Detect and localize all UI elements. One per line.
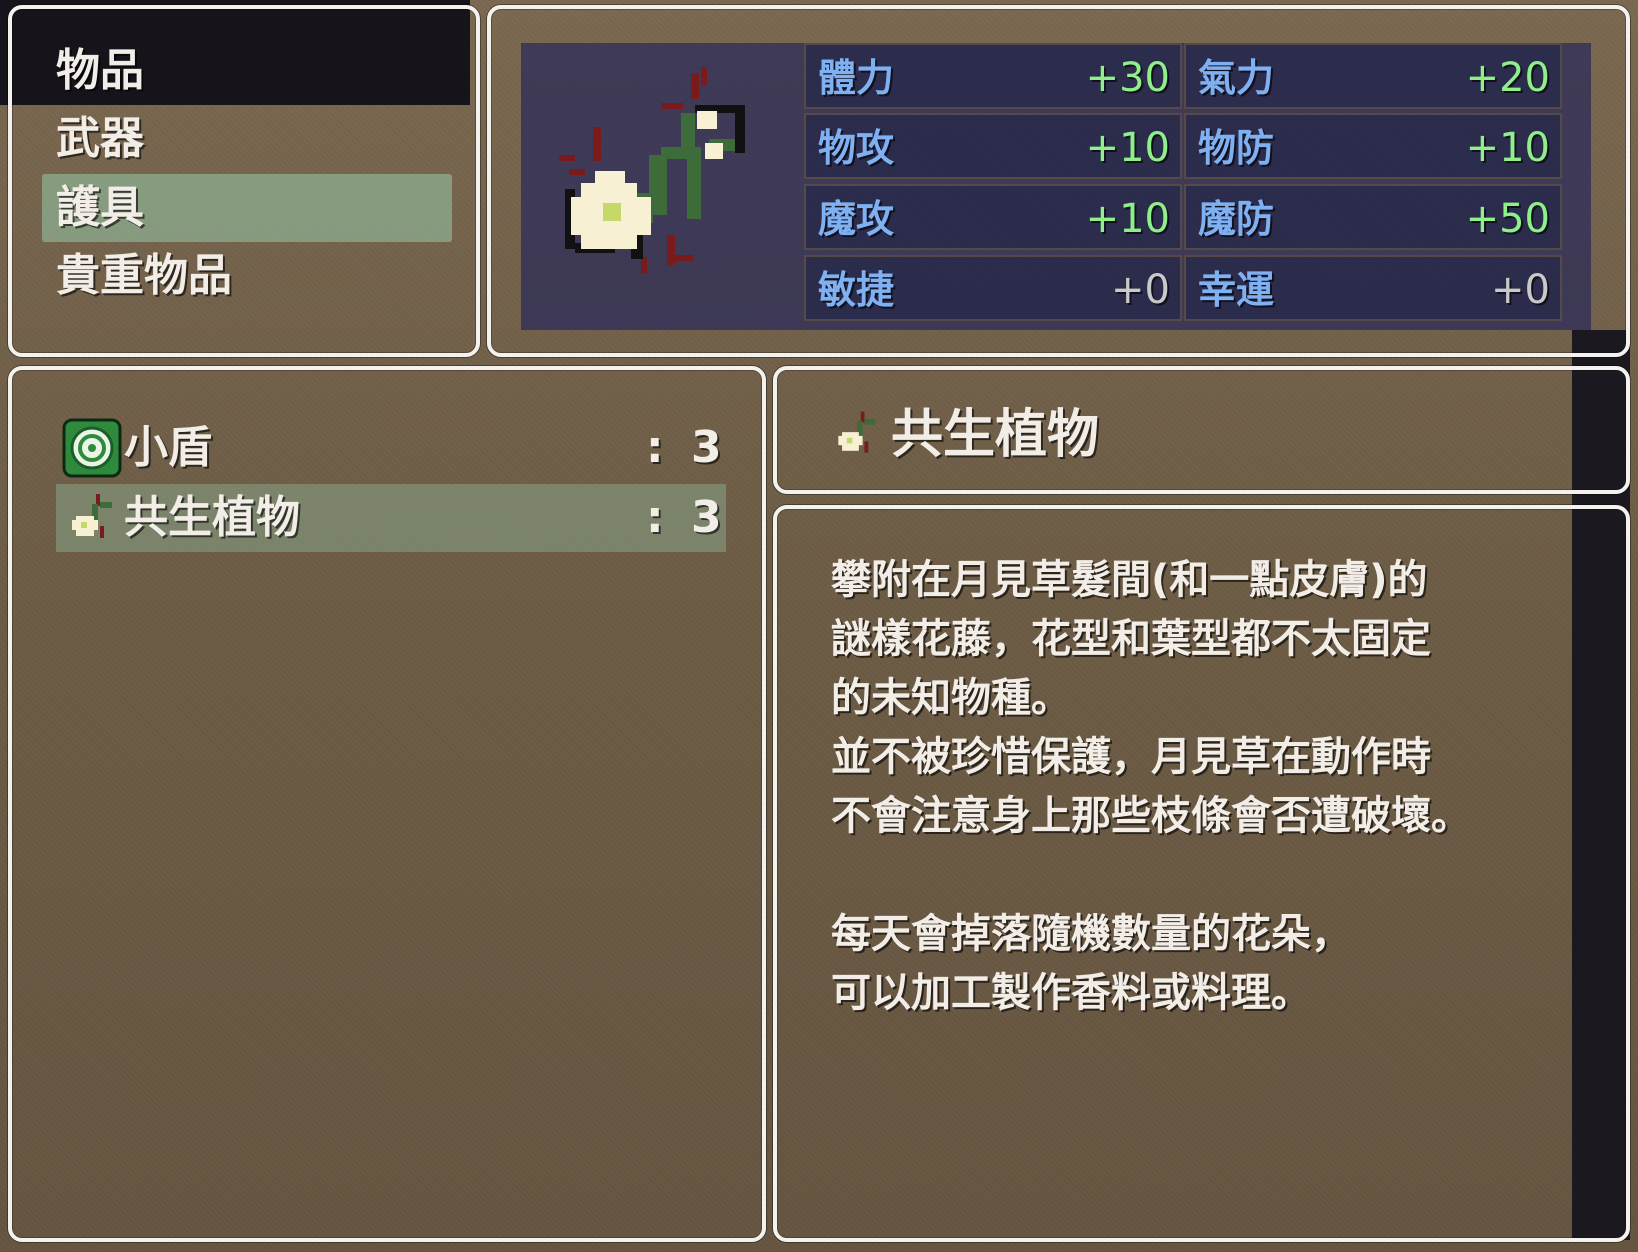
item-title: 共生植物 [891, 405, 1100, 465]
item-name: 小盾 [124, 422, 212, 473]
stat-label: 魔攻 [818, 197, 895, 241]
stat-magic-attack: 魔攻 +10 [804, 184, 1182, 250]
category-item-armor[interactable]: 護具 [42, 174, 452, 242]
description-line: 謎樣花藤，花型和葉型都不太固定 [831, 616, 1431, 662]
stat-value: +10 [1085, 125, 1170, 171]
shield-icon [62, 418, 122, 478]
stat-label: 物攻 [818, 126, 895, 170]
stat-value: +0 [1491, 267, 1550, 313]
category-item-items[interactable]: 物品 [42, 37, 452, 105]
stat-label: 魔防 [1198, 197, 1275, 241]
stat-agility: 敏捷 +0 [804, 255, 1182, 321]
stat-physical-defense: 物防 +10 [1184, 113, 1562, 179]
category-window: 物品 武器 護具 貴重物品 [8, 5, 480, 357]
item-name-window: 共生植物 [773, 366, 1630, 494]
stat-value: +50 [1465, 196, 1550, 242]
item-count: 3 [691, 492, 722, 543]
flower-vine-icon [838, 411, 876, 453]
item-count: 3 [691, 422, 722, 473]
stat-value: +30 [1085, 55, 1170, 101]
equipment-stats-window: 體力 +30 氣力 +20 物攻 +10 物防 +10 魔攻 +10 魔防 +5… [487, 5, 1630, 357]
description-line: 可以加工製作香料或料理。 [831, 970, 1311, 1016]
stat-value: +10 [1085, 196, 1170, 242]
item-count-separator: : [646, 492, 664, 543]
description-line: 的未知物種。 [831, 675, 1071, 721]
stat-label: 幸運 [1198, 268, 1275, 312]
stat-luck: 幸運 +0 [1184, 255, 1562, 321]
description-line: 每天會掉落隨機數量的花朵， [831, 911, 1351, 957]
list-item[interactable]: 共生植物 : 3 [56, 484, 726, 552]
description-line: 並不被珍惜保護，月見草在動作時 [831, 734, 1431, 780]
stat-label: 物防 [1198, 126, 1275, 170]
stat-physical-attack: 物攻 +10 [804, 113, 1182, 179]
stat-label: 體力 [818, 56, 895, 100]
stats-panel: 體力 +30 氣力 +20 物攻 +10 物防 +10 魔攻 +10 魔防 +5… [521, 43, 1591, 330]
stat-value: +10 [1465, 125, 1550, 171]
list-item[interactable]: 小盾 : 3 [56, 414, 726, 482]
stat-label: 敏捷 [818, 268, 895, 312]
flower-vine-icon [72, 494, 112, 538]
item-count-separator: : [646, 422, 664, 473]
category-item-weapons[interactable]: 武器 [42, 105, 452, 173]
category-item-key-items[interactable]: 貴重物品 [42, 242, 452, 310]
stat-value: +20 [1465, 55, 1550, 101]
stat-hp: 體力 +30 [804, 43, 1182, 109]
stat-label: 氣力 [1198, 56, 1275, 100]
item-list-window: 小盾 : 3 共生植物 : 3 [8, 366, 766, 1242]
item-portrait [521, 43, 804, 330]
stat-value: +0 [1111, 267, 1170, 313]
item-name: 共生植物 [124, 492, 300, 543]
description-line: 攀附在月見草髮間(和一點皮膚)的 [831, 557, 1428, 603]
item-description-window: 攀附在月見草髮間(和一點皮膚)的 謎樣花藤，花型和葉型都不太固定 的未知物種。 … [773, 505, 1630, 1242]
description-line: 不會注意身上那些枝條會否遭破壞。 [831, 793, 1471, 839]
flower-vine-icon [559, 67, 745, 273]
stat-magic-defense: 魔防 +50 [1184, 184, 1562, 250]
stat-mp: 氣力 +20 [1184, 43, 1562, 109]
